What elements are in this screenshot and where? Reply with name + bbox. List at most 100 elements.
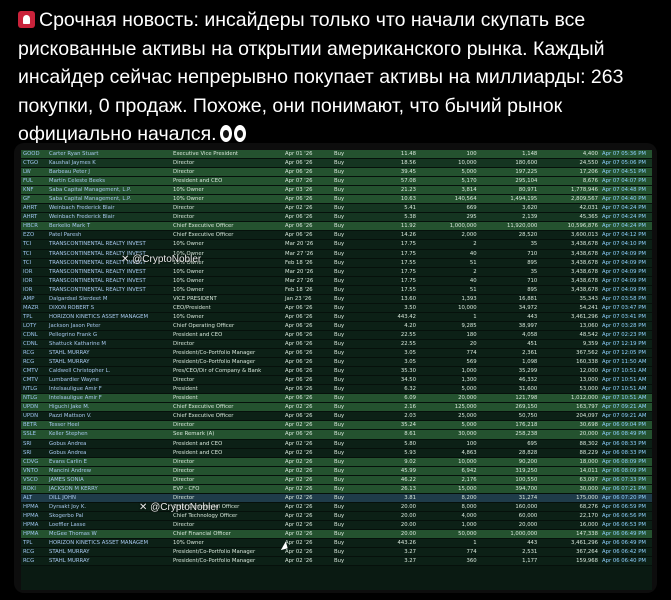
- table-row[interactable]: ROKI JACKSON M KERRY EVP - CFO Apr 02 '26 Bu…: [21, 484, 652, 494]
- table-cell: 80,971: [478, 185, 540, 196]
- table-row[interactable]: HPMA Dyrsakt Joy K. Chief Commercial Offic…: [21, 502, 652, 512]
- table-row[interactable]: CDNL Shattuck Katharine M Director Apr 06 '…: [21, 339, 652, 350]
- table-row[interactable]: UPDN Higuchi Jake M. Chief Executive Offic…: [21, 402, 652, 413]
- table-cell: 48,542: [539, 330, 600, 340]
- table-row[interactable]: CDVG Evans Carlin E Director Apr 02 '26 Buy 9…: [21, 457, 652, 467]
- table-row[interactable]: HPMA McGee Thomas W Chief Financial Office…: [21, 529, 652, 540]
- table-cell: President and CEO: [171, 176, 283, 187]
- table-row[interactable]: LOTY Jackson Jason Peter Chief Operating O…: [21, 321, 652, 331]
- table-row[interactable]: SRI Gobus Andrea President and CEO Apr 02 '…: [21, 439, 652, 449]
- table-cell: JAMES SONIA: [47, 475, 171, 485]
- table-row[interactable]: AHRT Weinbach Frederick Blair Director Apr …: [21, 203, 652, 214]
- table-cell: RCG: [21, 348, 47, 359]
- table-row[interactable]: TCI TRANSCONTINENTAL REALTY INVEST 10% Own…: [21, 239, 652, 250]
- table-row[interactable]: RCG STAHL MURRAY President/Co-Portfolio Ma…: [21, 357, 652, 368]
- table-cell: Apr 06 09:04 PM: [600, 420, 652, 431]
- table-cell: HPMA: [21, 520, 47, 530]
- table-row[interactable]: AHRT Weinbach Frederick Blair Director Apr …: [21, 212, 652, 223]
- table-cell: 53,000: [539, 384, 600, 395]
- table-cell: 2: [418, 239, 479, 250]
- table-row[interactable]: CDNL Pellegrino Frank G President and CEO A…: [21, 330, 652, 340]
- table-cell: Mancini Andrew: [47, 466, 171, 476]
- table-row[interactable]: GOOD Carter Ryan Stuart Executive Vice Pre…: [21, 150, 652, 160]
- table-cell: VICE PRESIDENT: [171, 294, 283, 304]
- table-cell: 28,828: [478, 448, 540, 458]
- table-row[interactable]: MAZR DIXON ROBERT S CEO/President Apr 06 '2…: [21, 303, 652, 313]
- table-cell: 159,968: [539, 556, 600, 567]
- table-row[interactable]: IOR TRANSCONTINENTAL REALTY INVEST 10% Own…: [21, 276, 652, 286]
- table-row[interactable]: AMP Dalgardsel Slerdeet M VICE PRESIDENT Ja…: [21, 294, 652, 304]
- table-cell: JACKSON M KERRY: [47, 484, 171, 494]
- table-cell: 10,000: [418, 457, 479, 467]
- table-cell: 443.26: [374, 538, 418, 549]
- table-row[interactable]: UPDN Pazzi Mattson V. Chief Executive Offi…: [21, 411, 652, 422]
- table-row[interactable]: BETR Tesser Heel Director Apr 02 '26 Buy 35.2…: [21, 420, 652, 431]
- table-cell: 15,000: [418, 484, 479, 494]
- table-cell: 4.20: [374, 321, 418, 331]
- table-row[interactable]: CMTV Caldwell Christopher L. Pres/CEO/Dir …: [21, 366, 652, 377]
- table-cell: Apr 06 06:40 PM: [600, 556, 652, 567]
- table-cell: Buy: [332, 366, 374, 377]
- table-row[interactable]: HPMA Skogerbo Pal Chief Technology Officer…: [21, 511, 652, 521]
- table-row[interactable]: EZO Patel Paresh Chief Executive Officer Ap…: [21, 230, 652, 241]
- table-cell: Buy: [332, 493, 374, 503]
- table-row[interactable]: ALT DILL JOHN Director Apr 02 '26 Buy 3.81 8,2…: [21, 493, 652, 503]
- table-cell: 10,000: [418, 158, 479, 169]
- table-cell: 1,000: [418, 520, 479, 530]
- table-row[interactable]: LW Barbeau Peter J Director Apr 06 '26 Buy 39…: [21, 167, 652, 178]
- table-row[interactable]: NTLG Intelsauligue Amir F President Apr 06 …: [21, 384, 652, 395]
- table-cell: 20.00: [374, 529, 418, 540]
- table-cell: 2,139: [478, 212, 540, 223]
- table-cell: TRANSCONTINENTAL REALTY INVEST: [47, 276, 171, 286]
- table-row[interactable]: TCI TRANSCONTINENTAL REALTY INVEST 10% Own…: [21, 258, 652, 268]
- table-row[interactable]: VSCO JAMES SONIA Director Apr 02 '26 Buy 46.2…: [21, 475, 652, 485]
- table-cell: 10% Owner: [171, 312, 283, 322]
- table-cell: Apr 02 '26: [283, 457, 332, 467]
- table-row[interactable]: GF Saba Capital Management, L.P. 10% Owner…: [21, 194, 652, 205]
- table-cell: 20: [418, 339, 479, 350]
- table-cell: Apr 02 '26: [283, 511, 332, 521]
- table-row[interactable]: RCG STAHL MURRAY President/Co-Portfolio Ma…: [21, 348, 652, 359]
- table-row[interactable]: HBCR Berkelio Mark T Chief Executive Offic…: [21, 221, 652, 232]
- table-cell: Buy: [332, 212, 374, 223]
- table-cell: 10% Owner: [171, 185, 283, 196]
- table-row[interactable]: NTLG Intelsauligue Amir F President Apr 06 …: [21, 393, 652, 404]
- table-cell: Apr 07 03:58 PM: [600, 294, 652, 304]
- table-cell: 30,000: [418, 429, 479, 440]
- table-cell: Buy: [332, 411, 374, 422]
- table-row[interactable]: RCG STAHL MURRAY President/Co-Portfolio Ma…: [21, 547, 652, 558]
- table-cell: 2,531: [478, 547, 540, 558]
- table-row[interactable]: CMTV Lumbardier Wayne Director Apr 06 '26 Bu…: [21, 375, 652, 386]
- table-cell: Apr 02 '26: [283, 466, 332, 476]
- table-cell: President/Co-Portfolio Manager: [171, 556, 283, 567]
- table-cell: Director: [171, 457, 283, 467]
- table-row[interactable]: TPL HORIZON KINETICS ASSET MANAGEM 10% Own…: [21, 538, 652, 549]
- table-cell: Apr 06 '26: [283, 221, 332, 232]
- table-row[interactable]: IOR TRANSCONTINENTAL REALTY INVEST 10% Own…: [21, 285, 652, 295]
- table-row[interactable]: TPL HORIZON KINETICS ASSET MANAGEM 10% Own…: [21, 312, 652, 322]
- table-cell: 1: [418, 312, 479, 322]
- table-row[interactable]: RCG STAHL MURRAY President/Co-Portfolio Ma…: [21, 556, 652, 567]
- table-cell: Berkelio Mark T: [47, 221, 171, 232]
- table-row[interactable]: HPMA Loeffler Lasse Director Apr 02 '26 Buy 2…: [21, 520, 652, 530]
- table-row[interactable]: FUL Martin Celeste Beeks President and CEO…: [21, 176, 652, 187]
- table-row[interactable]: SSLE Keller Stephen See Remark (A) Apr 06 '…: [21, 429, 652, 440]
- table-cell: Apr 06 08:49 PM: [600, 429, 652, 440]
- table-cell: 895: [478, 258, 540, 268]
- table-cell: Apr 07 04:09 PM: [600, 276, 652, 286]
- table-row[interactable]: KNF Saba Capital Management, L.P. 10% Owne…: [21, 185, 652, 196]
- table-row[interactable]: TCI TRANSCONTINENTAL REALTY INVEST 10% Own…: [21, 249, 652, 259]
- table-cell: 11.92: [374, 221, 418, 232]
- table-cell: 10% Owner: [171, 194, 283, 205]
- table-cell: Apr 07 04:24 PM: [600, 221, 652, 232]
- screenshot-image[interactable]: GOOD Carter Ryan Stuart Executive Vice Pre…: [14, 143, 657, 593]
- table-cell: Buy: [332, 393, 374, 404]
- table-row[interactable]: VNTO Mancini Andrew Director Apr 02 '26 Buy 4…: [21, 466, 652, 476]
- table-row[interactable]: CTGO Kaushal Jaymes K Director Apr 06 '26 Bu…: [21, 158, 652, 169]
- table-row[interactable]: SRI Gobus Andrea President and CEO Apr 02 '…: [21, 448, 652, 458]
- table-cell: 160,000: [478, 502, 540, 512]
- table-cell: Buy: [332, 158, 374, 169]
- table-row[interactable]: IOR TRANSCONTINENTAL REALTY INVEST 10% Own…: [21, 267, 652, 277]
- table-cell: Apr 06 07:33 PM: [600, 475, 652, 485]
- table-cell: CMTV: [21, 366, 47, 377]
